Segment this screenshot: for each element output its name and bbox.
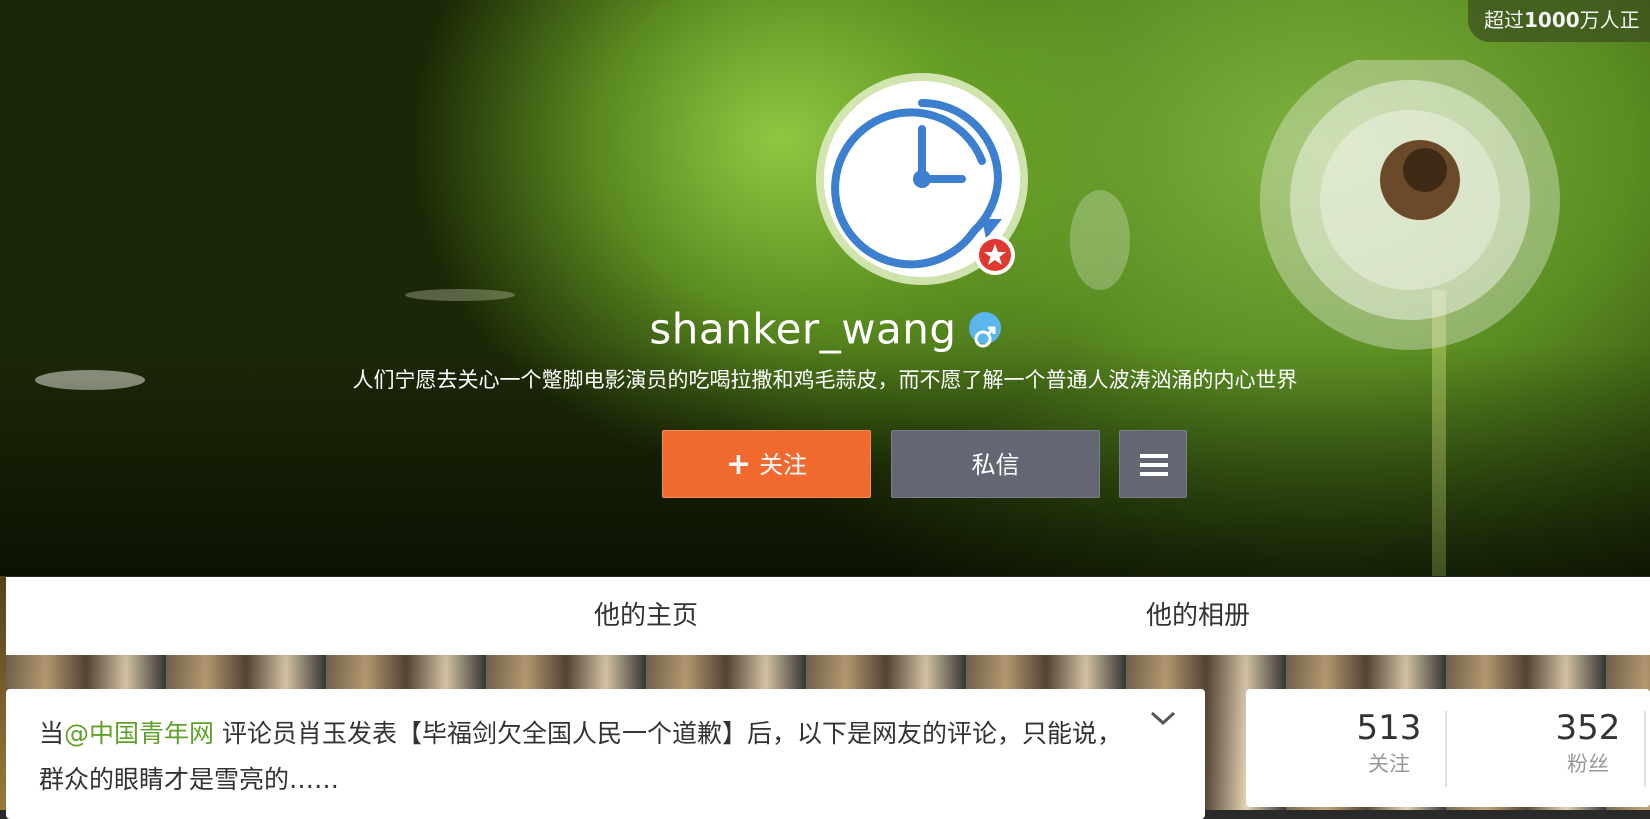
profile-username-row: shanker_wang: [0, 300, 1650, 357]
top-badge-bold: 1000: [1524, 8, 1580, 32]
chevron-down-icon[interactable]: [1148, 709, 1178, 729]
post-prefix: 当: [39, 719, 65, 748]
follow-label: 关注: [759, 451, 808, 479]
profile-cover: 超过1000万人正 shanker_wang 人们宁愿去关心一个蹩脚电影演员的吃…: [0, 0, 1650, 576]
plus-icon: +: [725, 447, 752, 482]
post-card: 当@中国青年网 评论员肖玉发表【毕福剑欠全国人民一个道歉】后，以下是网友的评论，…: [6, 689, 1205, 819]
mention-link[interactable]: @中国青年网: [64, 719, 214, 748]
followers-stat[interactable]: 352 粉丝: [1508, 707, 1650, 779]
top-badge-suffix: 万人正: [1579, 8, 1640, 32]
follow-button[interactable]: + 关注: [662, 430, 871, 498]
stat-divider: [1445, 711, 1447, 787]
top-banner-badge[interactable]: 超过1000万人正: [1468, 0, 1650, 42]
more-menu-button[interactable]: [1119, 430, 1187, 498]
profile-tabs: 他的主页 他的相册: [6, 577, 1650, 655]
post-text: 当@中国青年网 评论员肖玉发表【毕福剑欠全国人民一个道歉】后，以下是网友的评论，…: [39, 711, 1139, 803]
followers-count: 352: [1555, 708, 1621, 748]
tab-album[interactable]: 他的相册: [1146, 577, 1250, 655]
menu-icon: [1140, 454, 1168, 476]
male-gender-icon: [968, 311, 1001, 347]
stats-card: 513 关注 352 粉丝: [1246, 689, 1650, 807]
star-icon: [984, 244, 1006, 265]
stat-divider: [1644, 711, 1646, 787]
verified-badge[interactable]: [975, 235, 1015, 275]
followers-label: 粉丝: [1567, 752, 1609, 776]
message-label: 私信: [971, 451, 1020, 479]
verified-badge-inner: [979, 239, 1011, 271]
tab-homepage[interactable]: 他的主页: [594, 577, 698, 655]
top-badge-prefix: 超过: [1484, 8, 1524, 32]
message-button[interactable]: 私信: [891, 430, 1100, 498]
username: shanker_wang: [649, 304, 957, 354]
profile-bio: 人们宁愿去关心一个蹩脚电影演员的吃喝拉撒和鸡毛蒜皮，而不愿了解一个普通人波涛汹涌…: [352, 368, 1298, 392]
